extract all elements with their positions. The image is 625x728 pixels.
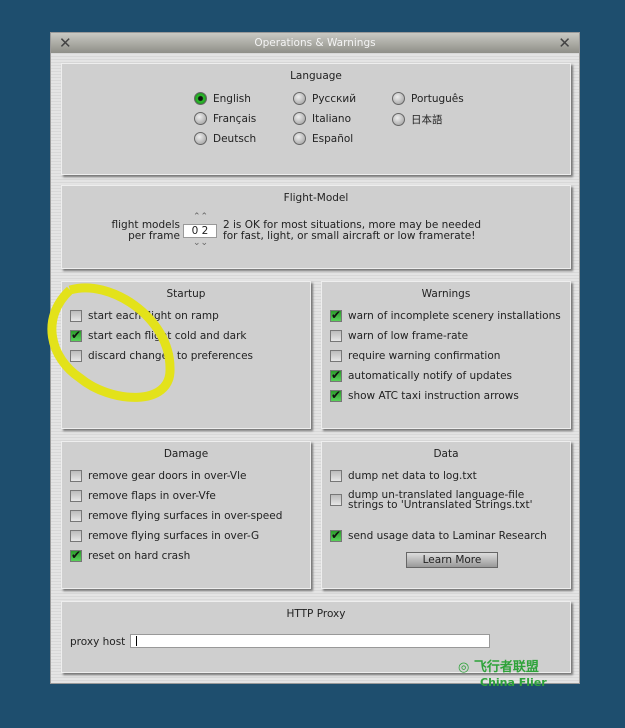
radio-unselected[interactable] bbox=[392, 92, 405, 105]
language-label: English bbox=[213, 92, 251, 105]
checkbox-row[interactable]: send usage data to Laminar Research bbox=[330, 528, 547, 542]
label-line: strings to 'Untranslated Strings.txt' bbox=[348, 499, 533, 511]
data-panel: Data dump net data to log.txt dump un-tran… bbox=[321, 441, 571, 589]
language-option[interactable]: English bbox=[194, 92, 251, 105]
language-option[interactable]: Português bbox=[392, 92, 464, 105]
radio-selected[interactable] bbox=[194, 92, 207, 105]
flight-models-field[interactable]: 0 2 bbox=[183, 224, 217, 238]
title-bar: ✕ Operations & Warnings ✕ bbox=[51, 33, 579, 53]
language-option[interactable]: Deutsch bbox=[194, 132, 256, 145]
window-title: Operations & Warnings bbox=[254, 37, 376, 49]
checkbox-checked[interactable] bbox=[70, 548, 82, 562]
decrement-arrows[interactable]: ⌄⌄ bbox=[193, 238, 208, 248]
checkbox-row[interactable]: show ATC taxi instruction arrows bbox=[330, 388, 519, 402]
increment-arrows[interactable]: ⌃⌃ bbox=[193, 212, 208, 222]
checkbox-label: reset on hard crash bbox=[88, 550, 191, 562]
yellow-highlight-circle bbox=[47, 283, 175, 402]
checkbox-row[interactable]: remove flying surfaces in over-G bbox=[70, 530, 259, 542]
language-label: Português bbox=[411, 92, 464, 105]
checkbox-checked[interactable] bbox=[330, 368, 342, 382]
checkbox-unchecked[interactable] bbox=[330, 494, 342, 506]
language-label: Español bbox=[312, 132, 354, 145]
radio-unselected[interactable] bbox=[392, 113, 405, 126]
language-label: Deutsch bbox=[213, 132, 257, 145]
checkbox-checked[interactable] bbox=[330, 308, 342, 322]
checkbox-label: remove gear doors in over-Vle bbox=[88, 470, 247, 482]
checkbox-row[interactable]: dump net data to log.txt bbox=[330, 470, 477, 482]
checkbox-row[interactable]: require warning confirmation bbox=[330, 350, 500, 362]
checkbox-label: dump net data to log.txt bbox=[348, 470, 477, 482]
checkbox-label: show ATC taxi instruction arrows bbox=[348, 390, 519, 402]
panel-title: HTTP Proxy bbox=[286, 608, 346, 620]
warnings-panel: Warnings warn of incomplete scenery insta… bbox=[321, 281, 571, 429]
label-line: per frame bbox=[128, 230, 180, 242]
language-label: 日本語 bbox=[411, 114, 443, 126]
checkbox-checked[interactable] bbox=[330, 388, 342, 402]
language-option[interactable]: Français bbox=[194, 112, 256, 125]
proxy-host-input[interactable] bbox=[130, 634, 490, 648]
checkbox-row[interactable]: remove flaps in over-Vfe bbox=[70, 490, 216, 502]
language-label: Italiano bbox=[312, 112, 351, 125]
language-option[interactable]: Español bbox=[293, 132, 353, 145]
checkbox-label: warn of incomplete scenery installations bbox=[348, 310, 561, 322]
checkbox-label: warn of low frame-rate bbox=[348, 330, 469, 342]
checkbox-checked[interactable] bbox=[330, 528, 342, 542]
language-label: Français bbox=[213, 112, 257, 125]
checkbox-unchecked[interactable] bbox=[330, 350, 342, 362]
checkbox-row[interactable]: remove flying surfaces in over-speed bbox=[70, 510, 282, 522]
checkbox-row[interactable]: automatically notify of updates bbox=[330, 368, 513, 382]
checkbox-row[interactable]: warn of low frame-rate bbox=[330, 330, 468, 342]
checkbox-unchecked[interactable] bbox=[330, 470, 342, 482]
checkbox-row[interactable]: reset on hard crash bbox=[70, 548, 191, 562]
checkbox-unchecked[interactable] bbox=[330, 330, 342, 342]
language-option[interactable]: Русский bbox=[293, 92, 356, 105]
checkbox-label: remove flying surfaces in over-G bbox=[88, 530, 260, 542]
language-panel: Language English Français Deutsch Русский It… bbox=[61, 63, 571, 175]
checkbox-label: require warning confirmation bbox=[348, 350, 501, 362]
checkbox-label: remove flying surfaces in over-speed bbox=[88, 510, 283, 522]
radio-unselected[interactable] bbox=[293, 92, 306, 105]
radio-unselected[interactable] bbox=[293, 132, 306, 145]
language-option[interactable]: Italiano bbox=[293, 112, 351, 125]
checkbox-unchecked[interactable] bbox=[70, 470, 82, 482]
panel-title: Damage bbox=[163, 448, 209, 460]
checkbox-unchecked[interactable] bbox=[70, 510, 82, 522]
flight-model-panel: Flight-Model flight models per frame ⌃⌃ … bbox=[61, 185, 571, 269]
checkbox-unchecked[interactable] bbox=[70, 490, 82, 502]
flight-model-note: 2 is OK for most situations, more may be… bbox=[223, 220, 481, 242]
damage-panel: Damage remove gear doors in over-Vle remov… bbox=[61, 441, 311, 589]
checkbox-label: remove flaps in over-Vfe bbox=[88, 490, 216, 502]
panel-title: Data bbox=[433, 448, 459, 460]
panel-title: Flight-Model bbox=[283, 192, 349, 204]
learn-more-button[interactable]: Learn More bbox=[406, 552, 498, 568]
checkbox-row[interactable]: remove gear doors in over-Vle bbox=[70, 470, 246, 482]
radio-unselected[interactable] bbox=[194, 132, 207, 145]
radio-unselected[interactable] bbox=[194, 112, 207, 125]
radio-unselected[interactable] bbox=[293, 112, 306, 125]
proxy-host-label: proxy host bbox=[70, 636, 126, 648]
close-icon-right[interactable]: ✕ bbox=[558, 33, 571, 53]
watermark-logo: ◎ 飞行者联盟 China Flier bbox=[458, 660, 547, 689]
panel-title: Language bbox=[290, 70, 342, 82]
close-icon[interactable]: ✕ bbox=[59, 33, 72, 53]
language-label: Русский bbox=[312, 92, 357, 105]
checkbox-label: send usage data to Laminar Research bbox=[348, 530, 547, 542]
note-line: for fast, light, or small aircraft or lo… bbox=[223, 230, 476, 242]
panel-title: Warnings bbox=[421, 288, 471, 300]
checkbox-label: automatically notify of updates bbox=[348, 370, 513, 382]
language-option[interactable]: 日本語 bbox=[392, 112, 443, 127]
flight-models-label: flight models per frame bbox=[102, 220, 180, 242]
checkbox-row[interactable]: warn of incomplete scenery installations bbox=[330, 308, 561, 322]
checkbox-row[interactable]: dump un-translated language-file strings … bbox=[330, 490, 532, 510]
checkbox-unchecked[interactable] bbox=[70, 530, 82, 542]
checkbox-label: dump un-translated language-file strings … bbox=[348, 490, 533, 511]
